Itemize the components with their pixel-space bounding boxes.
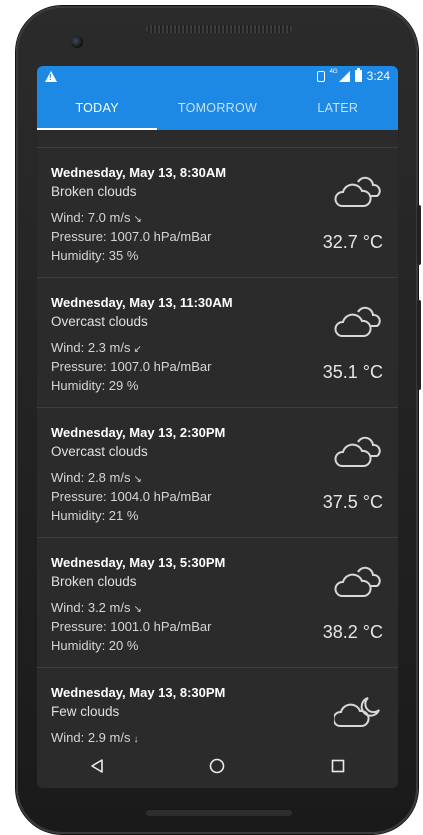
- broken-clouds-icon: [334, 566, 381, 597]
- forecast-wind: Wind: 3.2 m/s ↘: [51, 600, 142, 615]
- navigation-bar: [37, 744, 398, 788]
- list-item[interactable]: Wednesday, May 13, 5:30PM Broken clouds …: [37, 538, 398, 668]
- forecast-description: Broken clouds: [51, 574, 137, 589]
- forecast-date: Wednesday, May 13, 5:30PM: [51, 555, 226, 570]
- power-button: [417, 205, 421, 265]
- list-item[interactable]: Wednesday, May 13, 8:30AM Broken clouds …: [37, 148, 398, 278]
- forecast-list[interactable]: Wednesday, May 13, 8:30AM Broken clouds …: [37, 130, 398, 744]
- back-button[interactable]: [85, 754, 109, 778]
- forecast-temperature: 37.5 °C: [322, 492, 383, 512]
- tab-later[interactable]: LATER: [278, 86, 398, 130]
- tab-tomorrow[interactable]: TOMORROW: [157, 86, 277, 130]
- forecast-humidity: Humidity: 21 %: [51, 508, 139, 523]
- forecast-humidity: Humidity: 29 %: [51, 378, 139, 393]
- forecast-humidity: Humidity: 35 %: [51, 248, 139, 263]
- overcast-clouds-icon: [334, 306, 381, 337]
- forecast-wind: Wind: 2.3 m/s ↙: [51, 340, 142, 355]
- list-item[interactable]: Wednesday, May 13, 2:30PM Overcast cloud…: [37, 408, 398, 538]
- list-item[interactable]: Wednesday, May 13, 11:30AM Overcast clou…: [37, 278, 398, 408]
- forecast-temperature: 32.7 °C: [322, 232, 383, 252]
- forecast-pressure: Pressure: 1004.0 hPa/mBar: [51, 489, 212, 504]
- back-icon: [91, 759, 103, 773]
- volume-button: [417, 300, 421, 390]
- home-button[interactable]: [205, 754, 229, 778]
- bottom-speaker: [146, 810, 292, 816]
- few-clouds-night-icon: [334, 697, 380, 727]
- forecast-pressure: Pressure: 1007.0 hPa/mBar: [51, 359, 212, 374]
- earpiece-speaker: [146, 25, 292, 33]
- network-type: 4G: [329, 69, 338, 75]
- forecast-temperature: 38.2 °C: [322, 622, 383, 642]
- wind-direction-icon: ↘: [133, 604, 142, 615]
- forecast-description: Few clouds: [51, 704, 120, 719]
- forecast-wind: Wind: 7.0 m/s ↘: [51, 210, 142, 225]
- forecast-date: Wednesday, May 13, 8:30PM: [51, 685, 226, 700]
- wind-direction-icon: ↘: [133, 214, 142, 225]
- forecast-pressure: Pressure: 1001.0 hPa/mBar: [51, 619, 212, 634]
- broken-clouds-icon: [334, 176, 381, 207]
- forecast-humidity: Humidity: 20 %: [51, 638, 139, 653]
- forecast-date: Wednesday, May 13, 8:30AM: [51, 165, 227, 180]
- battery-icon: [354, 68, 362, 82]
- forecast-temperature: 35.1 °C: [322, 362, 383, 382]
- list-item: [37, 130, 398, 148]
- list-item[interactable]: Wednesday, May 13, 8:30PM Few clouds Win…: [37, 668, 398, 744]
- forecast-description: Broken clouds: [51, 184, 137, 199]
- home-icon: [210, 758, 225, 774]
- recents-icon: [331, 759, 345, 773]
- warning-icon: [45, 70, 57, 82]
- forecast-pressure: Pressure: 1007.0 hPa/mBar: [51, 229, 212, 244]
- clock: 3:24: [366, 69, 390, 83]
- tab-today[interactable]: TODAY: [37, 86, 157, 130]
- signal-icon: [338, 70, 350, 82]
- wind-direction-icon: ↓: [133, 734, 139, 744]
- forecast-wind: Wind: 2.8 m/s ↘: [51, 470, 142, 485]
- wind-direction-icon: ↘: [133, 474, 142, 485]
- vibrate-icon: [316, 70, 325, 82]
- front-camera: [71, 36, 83, 48]
- overcast-clouds-icon: [334, 436, 381, 467]
- screen: 4G 3:24 TODAY TOMORROW LATER Wednesday, …: [37, 66, 398, 788]
- status-bar: 4G 3:24: [37, 66, 398, 86]
- forecast-wind: Wind: 2.9 m/s ↓: [51, 730, 139, 744]
- wind-direction-icon: ↙: [133, 344, 142, 355]
- recents-button[interactable]: [326, 754, 350, 778]
- tab-bar: TODAY TOMORROW LATER: [37, 86, 398, 130]
- forecast-description: Overcast clouds: [51, 314, 148, 329]
- forecast-date: Wednesday, May 13, 11:30AM: [51, 295, 233, 310]
- forecast-date: Wednesday, May 13, 2:30PM: [51, 425, 226, 440]
- forecast-description: Overcast clouds: [51, 444, 148, 459]
